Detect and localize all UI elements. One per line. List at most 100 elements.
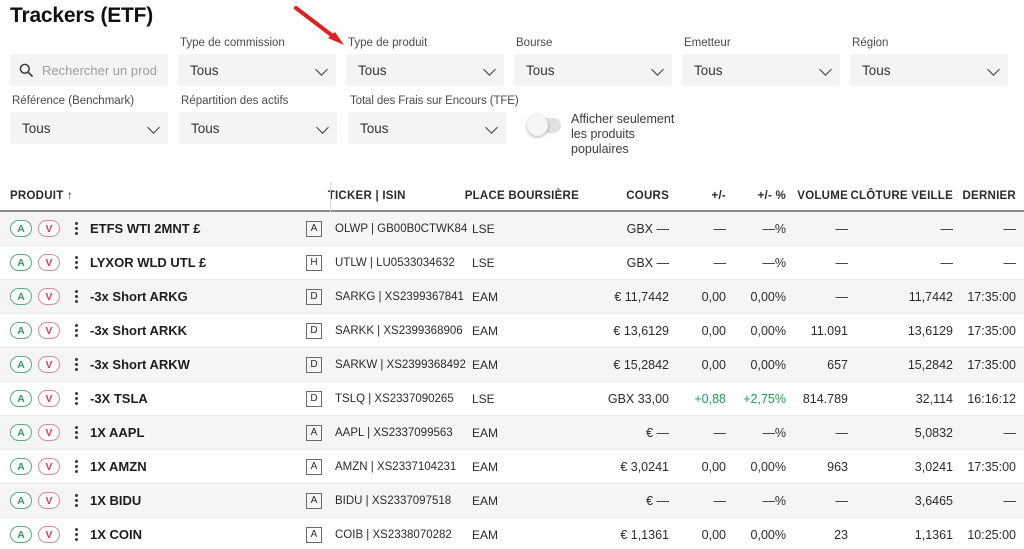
search-cell — [10, 36, 178, 86]
cell-ticker-isin: OLWP | GB00B0CTWK84 — [335, 222, 468, 235]
row-menu-icon[interactable] — [68, 256, 84, 269]
sell-button[interactable]: V — [38, 492, 60, 509]
column-header-volume[interactable]: VOLUME — [786, 190, 848, 202]
row-menu-icon[interactable] — [68, 290, 84, 303]
popular-products-toggle-group[interactable]: Afficher seulement les produits populair… — [527, 112, 683, 157]
table-row[interactable]: A V 1X AMZN A AMZN | XS2337104231 EAM € 3,0241… — [0, 450, 1024, 484]
buy-button[interactable]: A — [10, 526, 32, 543]
cell-produit[interactable]: -3x Short ARKK — [88, 323, 299, 338]
cell-produit[interactable]: ETFS WTI 2MNT £ — [88, 221, 299, 236]
table-row[interactable]: A V 1X COIN A COIB | XS2338070282 EAM € 1,1361… — [0, 518, 1024, 549]
row-menu-icon[interactable] — [68, 324, 84, 337]
cell-change: 0,00 — [701, 289, 726, 304]
row-menu-icon[interactable] — [68, 358, 84, 371]
buy-button[interactable]: A — [10, 390, 32, 407]
buy-button[interactable]: A — [10, 288, 32, 305]
cell-dernier: 17:35:00 — [967, 289, 1016, 304]
cell-flag: H — [299, 254, 329, 271]
cell-ticker-isin: AMZN | XS2337104231 — [335, 460, 457, 473]
sell-button[interactable]: V — [38, 322, 60, 339]
cell-place-boursiere: LSE — [472, 221, 495, 236]
table-row[interactable]: A V 1X BIDU A BIDU | XS2337097518 EAM € — — —% —3… — [0, 484, 1024, 518]
table-row[interactable]: A V -3X TSLA D TSLQ | XS2337090265 LSE GBX 33,… — [0, 382, 1024, 416]
filter-select-type-de-commission[interactable]: Tous — [178, 54, 336, 86]
cell-volume: 814.789 — [802, 391, 848, 406]
column-header-produit[interactable]: PRODUIT ↑ — [10, 190, 322, 202]
sell-button[interactable]: V — [38, 458, 60, 475]
sell-button[interactable]: V — [38, 424, 60, 441]
row-menu-icon[interactable] — [68, 222, 84, 235]
cell-cloture-veille: 11,7442 — [908, 289, 953, 304]
filter-select-reference-benchmark[interactable]: Tous — [10, 112, 168, 144]
row-actions: AV — [10, 390, 88, 407]
filter-label: Total des Frais sur Encours (TFE) — [350, 95, 519, 107]
column-header-change-percent[interactable]: +/- % — [726, 190, 786, 202]
cell-cours: € 1,1361 — [620, 527, 669, 542]
table-row[interactable]: A V LYXOR WLD UTL £ H UTLW | LU0533034632 LSE… — [0, 246, 1024, 280]
cell-produit[interactable]: -3x Short ARKW — [88, 357, 299, 372]
filter-select-type-de-produit[interactable]: Tous — [346, 54, 504, 86]
product-type-badge: D — [306, 356, 322, 373]
filter-label: Région — [852, 37, 889, 49]
cell-cours: GBX — — [626, 255, 669, 270]
table-row[interactable]: A V 1X AAPL A AAPL | XS2337099563 EAM € — — —% —5… — [0, 416, 1024, 450]
sell-button[interactable]: V — [38, 526, 60, 543]
filter-select-region[interactable]: Tous — [850, 54, 1008, 86]
popular-products-toggle[interactable] — [527, 115, 561, 136]
buy-button[interactable]: A — [10, 254, 32, 271]
column-header-ticker-isin[interactable]: TICKER | ISIN — [322, 190, 465, 202]
filter-row-2: Référence (Benchmark) Tous Répartition d… — [10, 94, 1018, 157]
cell-volume: — — [835, 255, 849, 270]
cell-produit[interactable]: 1X AMZN — [88, 459, 299, 474]
filter-select-repartition-des-actifs[interactable]: Tous — [179, 112, 337, 144]
cell-produit[interactable]: -3X TSLA — [88, 391, 299, 406]
cell-place-boursiere: EAM — [472, 323, 499, 338]
filter-select-bourse[interactable]: Tous — [514, 54, 672, 86]
column-header-cours[interactable]: COURS — [579, 190, 669, 202]
column-header-change[interactable]: +/- — [669, 190, 726, 202]
search-input-wrapper[interactable] — [10, 54, 168, 86]
cell-volume: — — [835, 221, 849, 236]
sell-button[interactable]: V — [38, 220, 60, 237]
sell-button[interactable]: V — [38, 254, 60, 271]
sell-button[interactable]: V — [38, 288, 60, 305]
table-row[interactable]: A V -3x Short ARKK D SARKK | XS2399368906 EAM… — [0, 314, 1024, 348]
filter-row-1: Type de commission Tous Type de produit … — [10, 36, 1018, 86]
filter-region: Région Tous — [850, 36, 1018, 86]
sell-button[interactable]: V — [38, 390, 60, 407]
cell-ticker-isin: SARKG | XS2399367841 — [335, 290, 464, 303]
cell-produit[interactable]: 1X BIDU — [88, 493, 299, 508]
row-menu-icon[interactable] — [68, 392, 84, 405]
table-row[interactable]: A V ETFS WTI 2MNT £ A OLWP | GB00B0CTWK84 LSE… — [0, 212, 1024, 246]
column-header-place-boursiere[interactable]: PLACE BOURSIÈRE — [465, 190, 579, 202]
buy-button[interactable]: A — [10, 356, 32, 373]
column-header-dernier[interactable]: DERNIER — [953, 190, 1016, 202]
sell-button[interactable]: V — [38, 356, 60, 373]
row-menu-icon[interactable] — [68, 494, 84, 507]
column-header-cloture-veille[interactable]: CLÔTURE VEILLE — [848, 190, 953, 202]
cell-produit[interactable]: -3x Short ARKG — [88, 289, 299, 304]
row-actions: AV — [10, 458, 88, 475]
chevron-down-icon — [315, 63, 328, 76]
buy-button[interactable]: A — [10, 492, 32, 509]
buy-button[interactable]: A — [10, 458, 32, 475]
buy-button[interactable]: A — [10, 322, 32, 339]
buy-button[interactable]: A — [10, 424, 32, 441]
row-menu-icon[interactable] — [68, 426, 84, 439]
table-row[interactable]: A V -3x Short ARKG D SARKG | XS2399367841 EAM… — [0, 280, 1024, 314]
filter-select-emetteur[interactable]: Tous — [682, 54, 840, 86]
table-row[interactable]: A V -3x Short ARKW D SARKW | XS2399368492 EAM… — [0, 348, 1024, 382]
cell-change-percent: —% — [762, 425, 786, 440]
cell-produit[interactable]: 1X AAPL — [88, 425, 299, 440]
filter-label: Type de commission — [180, 37, 285, 49]
product-type-badge: D — [306, 288, 322, 305]
buy-button[interactable]: A — [10, 220, 32, 237]
cell-volume: — — [835, 289, 849, 304]
row-menu-icon[interactable] — [68, 528, 84, 541]
cell-produit[interactable]: LYXOR WLD UTL £ — [88, 255, 299, 270]
search-input[interactable] — [40, 61, 160, 79]
cell-produit[interactable]: 1X COIN — [88, 527, 299, 542]
cell-cloture-veille: 5,0832 — [914, 425, 953, 440]
filter-select-tfe[interactable]: Tous — [348, 112, 506, 144]
row-menu-icon[interactable] — [68, 460, 84, 473]
